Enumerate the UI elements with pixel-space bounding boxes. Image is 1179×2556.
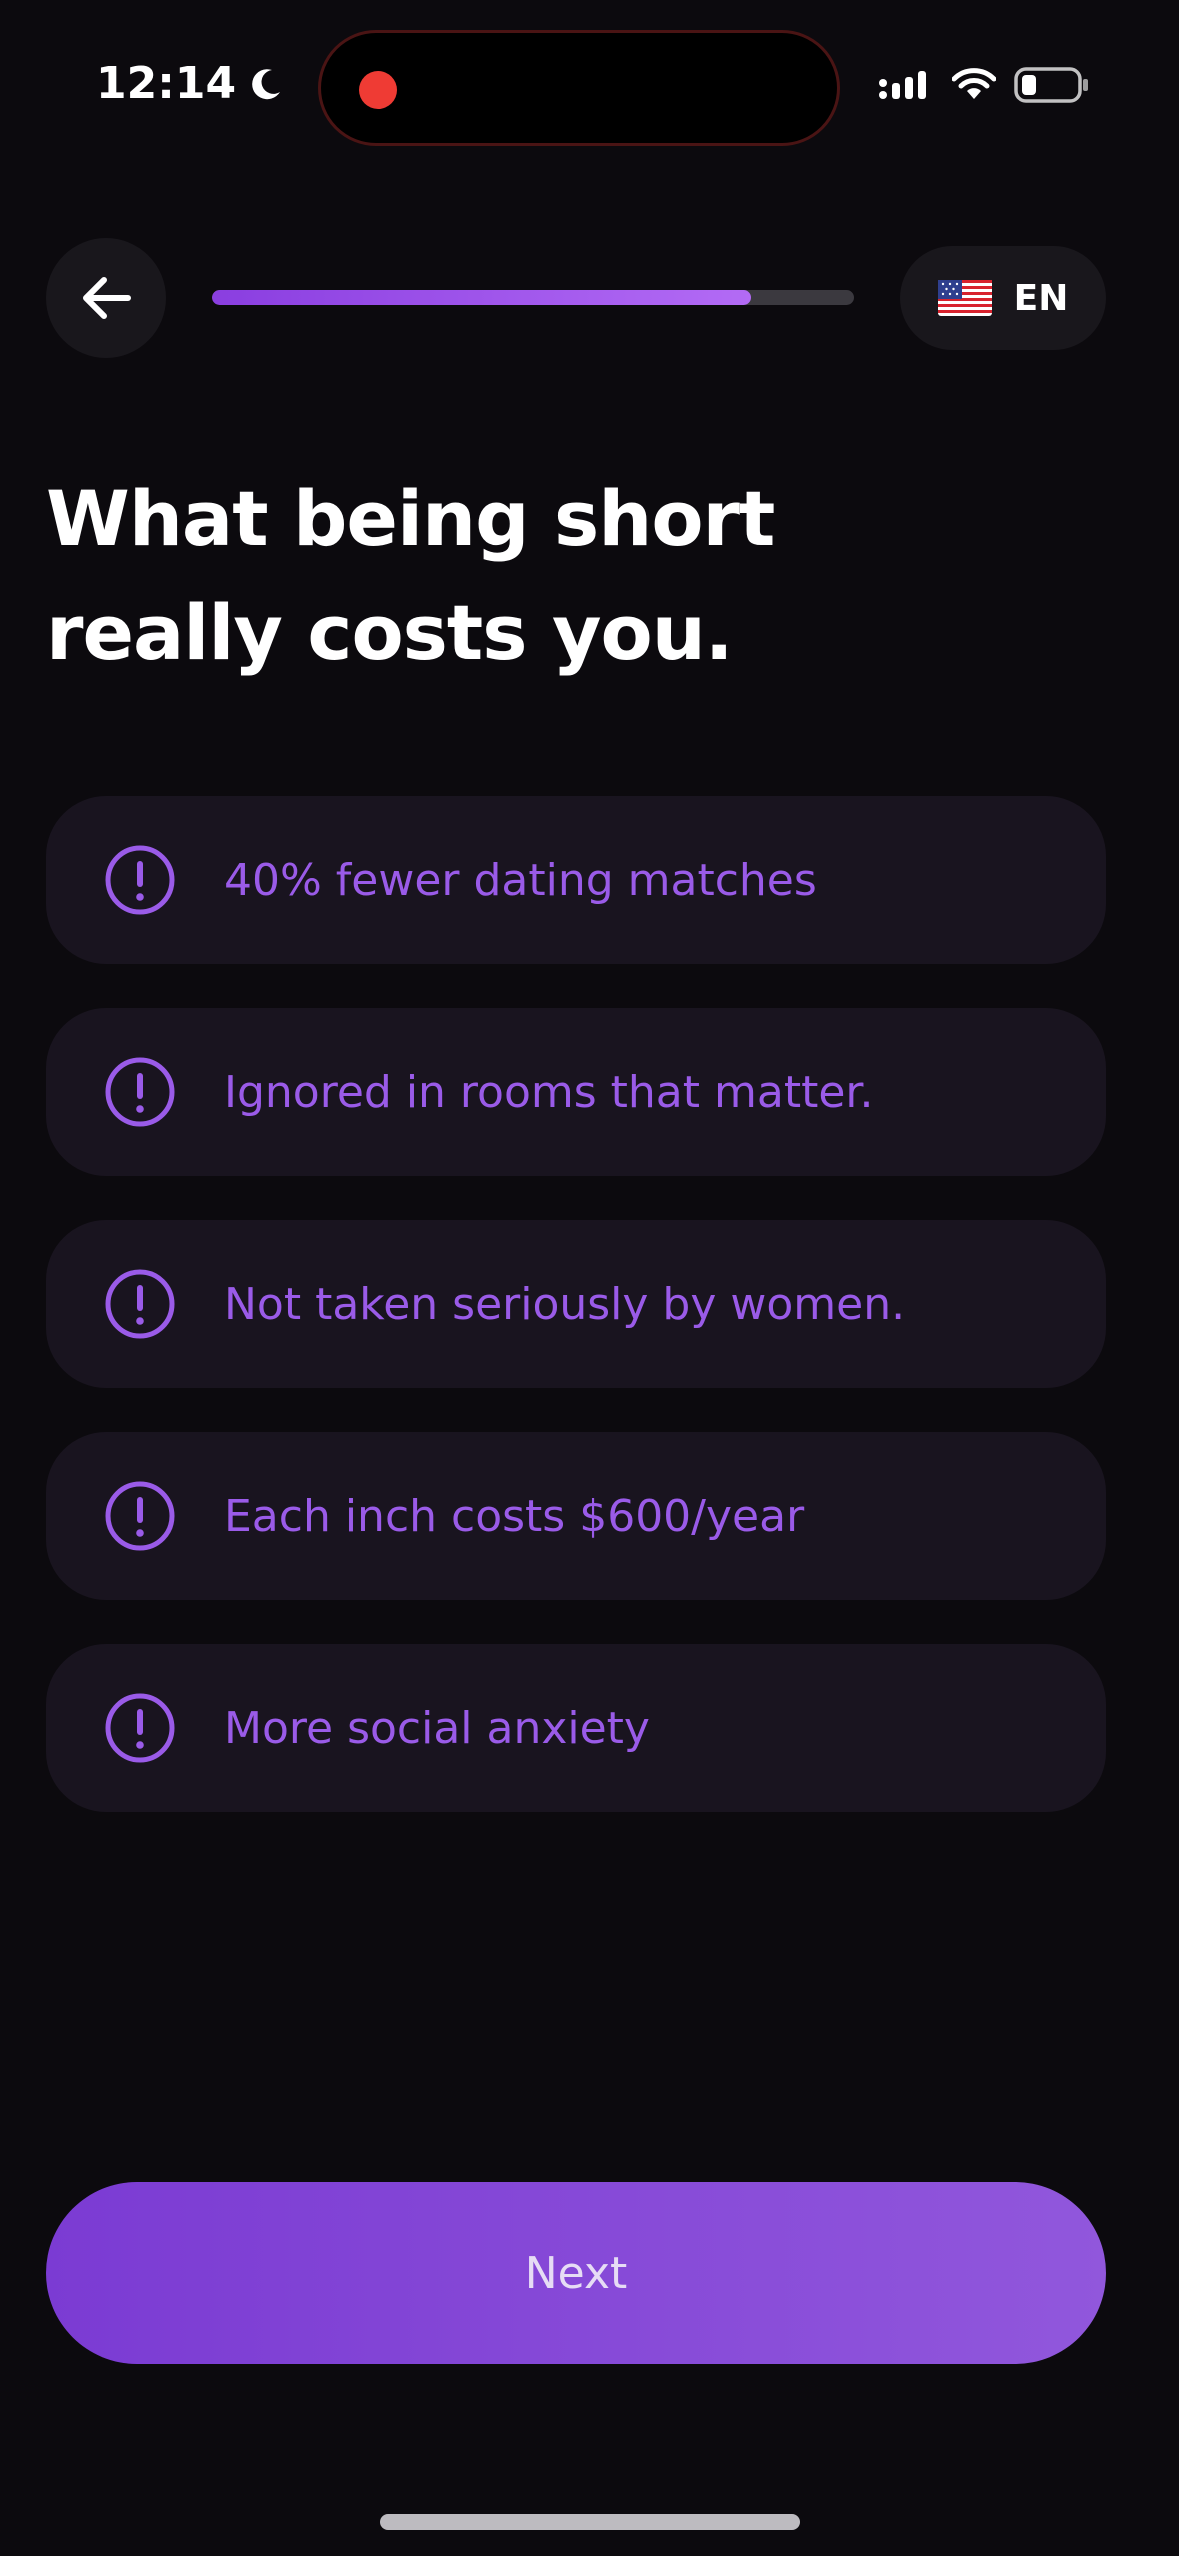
list-item-label: 40% fewer dating matches: [224, 854, 817, 906]
list-item: 40% fewer dating matches: [46, 796, 1106, 964]
status-bar-time: 12:14: [96, 58, 286, 109]
list-item-label: Each inch costs $600/year: [224, 1490, 805, 1542]
progress-bar-fill: [212, 290, 752, 305]
language-code: EN: [1013, 277, 1069, 319]
progress-bar: [212, 290, 854, 305]
list-item-label: More social anxiety: [224, 1702, 650, 1754]
list-item: Each inch costs $600/year: [46, 1432, 1106, 1600]
list-item-label: Ignored in rooms that matter.: [224, 1066, 874, 1118]
dynamic-island: [318, 30, 840, 146]
back-button[interactable]: [46, 238, 166, 358]
exclamation-circle-icon: [105, 1481, 175, 1551]
arrow-left-icon: [83, 277, 131, 319]
wifi-icon: [952, 68, 996, 99]
exclamation-circle-icon: [105, 1269, 175, 1339]
exclamation-circle-icon: [105, 1693, 175, 1763]
home-indicator[interactable]: [380, 2514, 800, 2530]
list-item: Not taken seriously by women.: [46, 1220, 1106, 1388]
battery-icon: [1014, 67, 1088, 103]
moon-icon: [252, 68, 281, 99]
cellular-signal-icon: [879, 71, 926, 99]
recording-dot-icon: [359, 71, 397, 109]
exclamation-circle-icon: [105, 1057, 175, 1127]
status-time-text: 12:14: [96, 58, 237, 109]
exclamation-circle-icon: [105, 845, 175, 915]
cost-list: 40% fewer dating matches Ignored in room…: [46, 796, 1106, 1856]
language-selector[interactable]: EN: [900, 246, 1106, 350]
list-item: Ignored in rooms that matter.: [46, 1008, 1106, 1176]
page-title: What being short really costs you.: [46, 462, 946, 690]
list-item-label: Not taken seriously by women.: [224, 1278, 906, 1330]
page-title-line-2: really costs you.: [46, 588, 734, 677]
next-button[interactable]: Next: [46, 2182, 1106, 2364]
status-bar-indicators: [878, 66, 1090, 104]
page-title-line-1: What being short: [46, 474, 775, 563]
us-flag-icon: [937, 280, 992, 316]
list-item: More social anxiety: [46, 1644, 1106, 1812]
